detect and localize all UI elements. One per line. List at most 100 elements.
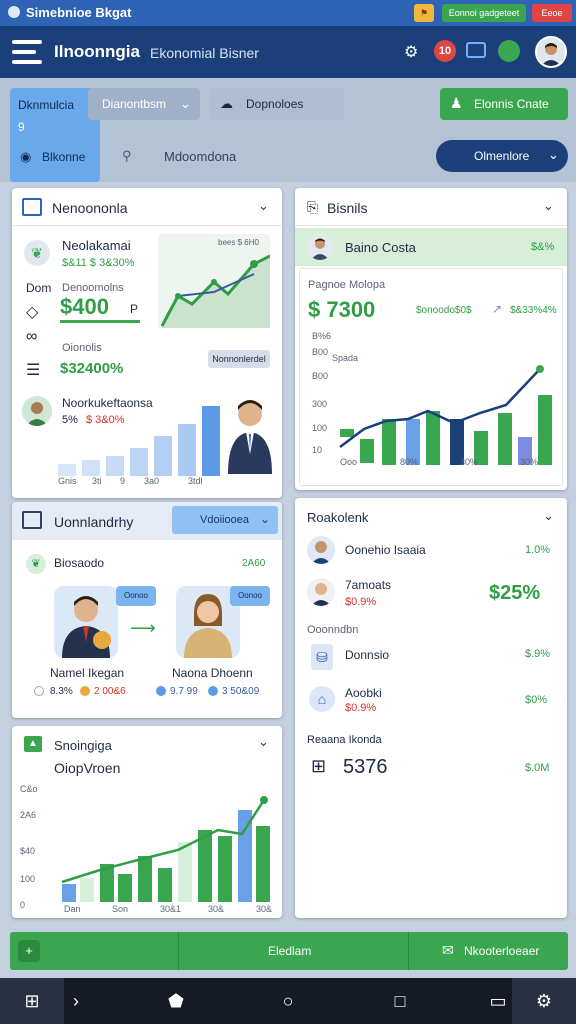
bar: [382, 419, 396, 465]
notification-badge[interactable]: 10: [434, 40, 456, 62]
bar: [138, 856, 152, 902]
chart-icon: ▲: [24, 736, 42, 752]
chevron-down-icon: ⌄: [180, 96, 191, 111]
sender-illustration: [54, 586, 118, 658]
bar-3: [106, 456, 124, 476]
business-card: ⎘ Bisnils ⌄ Baino Costa $&% Pagnoe Molop…: [295, 188, 567, 490]
y-tick-label: B%6: [312, 331, 331, 341]
menu-icon[interactable]: [12, 40, 42, 64]
item-value: $25%: [489, 582, 541, 604]
table-icon: [22, 198, 42, 216]
leaf-icon: ❦: [26, 554, 46, 574]
home-icon[interactable]: ○: [256, 978, 320, 1024]
recents-icon[interactable]: □: [368, 978, 432, 1024]
roakolenk-card: Roakolenk ⌄ Oonehio Isaaia 1.0% 7amoats …: [295, 498, 567, 918]
row4-value: $32400%: [60, 360, 124, 377]
network-icon[interactable]: ⚙: [404, 42, 418, 62]
business-person-name: Baino Costa: [345, 240, 416, 255]
footer-center-button[interactable]: Eledlam: [268, 944, 311, 958]
value-underline: [60, 320, 140, 323]
y-tick-label: 100: [20, 874, 35, 884]
y-tick-label: 2A6: [20, 810, 36, 820]
row4-label: Oionolis: [62, 342, 102, 354]
section-item-name: Aoobki: [345, 686, 382, 700]
x-tick-label: Dan: [64, 904, 81, 914]
tab-dopnoloes[interactable]: ☁ Dopnoloes: [210, 88, 344, 120]
warning-icon[interactable]: ⚑: [414, 4, 434, 22]
action-create-button[interactable]: ♟ Elonnis Cnate: [440, 88, 568, 120]
bar: [80, 878, 94, 902]
bar: [360, 439, 374, 463]
business-chart: B%6 B00 B00 300 100 10 Ooo 80% 30% 30%: [312, 331, 552, 467]
business-sub-label: Pagnoe Molopa: [308, 279, 386, 291]
chip-mdoomdona[interactable]: Mdoomdona: [164, 149, 236, 164]
status-check-icon[interactable]: [498, 40, 520, 62]
footer-label: Reaana Ikonda: [307, 734, 382, 746]
side-button[interactable]: Nonnonlerdel: [208, 350, 270, 368]
spending-title: Snoingiga: [54, 738, 112, 753]
speech-bubble-1: Oonoo: [116, 586, 156, 606]
message-icon: ✉: [442, 942, 454, 958]
bar: [198, 830, 212, 902]
bars-chart: [58, 406, 220, 476]
y-tick-label: $40: [20, 846, 35, 856]
right-menu-button[interactable]: Olmenlore ⌄: [436, 140, 568, 172]
receiver-stat-1: 9.7 99: [170, 686, 198, 697]
divider: [178, 932, 179, 970]
add-icon[interactable]: +: [18, 940, 40, 962]
jar-icon: ⛁: [311, 644, 333, 670]
axis-ticks: Gnis 3ti 9 3a0 3tdl: [58, 476, 222, 490]
chevron-down-icon: ⌄: [548, 147, 559, 162]
divider: [408, 932, 409, 970]
spending-chart: C&o 2A6 $40 100 0 Dan Son 30&1 30& 30&: [20, 784, 272, 914]
assistant-icon[interactable]: ⬟: [144, 978, 208, 1024]
arrow-right-icon: ⟶: [130, 618, 156, 638]
chevron-down-icon[interactable]: ⌄: [543, 198, 554, 214]
user-avatar[interactable]: [535, 36, 567, 68]
roakolenk-title: Roakolenk: [307, 510, 369, 525]
card-icon[interactable]: [466, 42, 486, 58]
footer-right-button[interactable]: Nkooterloeaer: [464, 944, 539, 958]
chevron-down-icon[interactable]: ⌄: [543, 508, 554, 524]
footer-value: $.0M: [525, 762, 550, 774]
item-avatar: [307, 536, 335, 564]
app-name: Ilnoonngia: [54, 42, 140, 61]
coin-icon: [80, 686, 90, 696]
leaf-icon: ❦: [24, 240, 50, 266]
transfer-select[interactable]: Vdoiiooea ⌄: [172, 506, 278, 534]
bar-2: [82, 460, 100, 476]
doc-icon: ⎘: [307, 199, 319, 215]
settings-icon[interactable]: ⚙: [512, 978, 576, 1024]
axis-tick-3: 9: [120, 476, 126, 486]
chevron-down-icon: ⌄: [260, 512, 271, 526]
search-icon[interactable]: ⚲: [122, 148, 132, 164]
row2-label2: Denoomolns: [62, 282, 124, 294]
toolbar: Dknmulcia 9 Dianontbsm ⌄ ☁ Dopnoloes ♟ E…: [0, 78, 576, 182]
list-icon: ☰: [26, 362, 41, 379]
status-pill-gadget[interactable]: Eonnoi gadgeteet: [442, 4, 526, 22]
x-tick-label: 30%: [460, 457, 478, 467]
row1-value: $&11 $ 3&30%: [62, 257, 135, 269]
y-tick-label: C&o: [20, 784, 38, 794]
bar: [340, 429, 354, 437]
business-title: Bisnils: [327, 200, 368, 216]
dropdown-category[interactable]: Dianontbsm ⌄: [88, 88, 200, 120]
bar-4: [130, 448, 148, 476]
status-pill-alert[interactable]: Eeoe: [532, 4, 572, 22]
big-suffix: P: [130, 302, 139, 316]
business-trend-value: $&33%4%: [510, 305, 557, 316]
section-item-value: $0%: [525, 694, 548, 706]
trend-up-icon: ↗: [492, 302, 503, 316]
business-person-value: $&%: [531, 241, 555, 253]
chevron-down-icon[interactable]: ⌄: [258, 198, 269, 214]
bar: [426, 411, 440, 465]
receiver-name: Naona Dhoenn: [172, 666, 253, 680]
business-person-row[interactable]: Baino Costa $&%: [295, 228, 567, 266]
bar-1: [58, 464, 76, 476]
chevron-right-icon[interactable]: ›: [44, 978, 108, 1024]
chevron-down-icon[interactable]: ⌄: [258, 734, 269, 750]
item-avatar: [307, 578, 335, 606]
item-value: 1.0%: [525, 544, 551, 556]
y-tick-label: B00: [312, 371, 328, 381]
chip-active[interactable]: ◉ Blkonne: [10, 140, 100, 172]
